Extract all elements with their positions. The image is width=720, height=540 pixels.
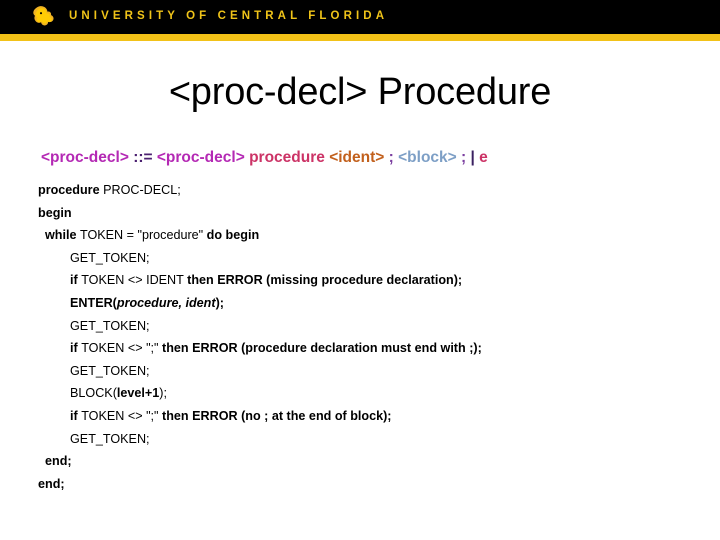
- brand-group: UNIVERSITY OF CENTRAL FLORIDA: [30, 0, 388, 34]
- ucf-pegasus-icon: [30, 5, 58, 29]
- code-run: end;: [38, 476, 65, 491]
- grammar-token-nonterminal-proc-decl: <proc-decl>: [41, 149, 129, 166]
- code-line: ENTER(procedure, ident);: [38, 292, 698, 315]
- code-run: procedure: [38, 183, 104, 197]
- code-line: if TOKEN <> ";" then ERROR (procedure de…: [38, 337, 698, 360]
- grammar-token-epsilon: e: [479, 149, 488, 166]
- grammar-token-defines-operator: ::=: [133, 149, 153, 166]
- code-run: do begin: [206, 228, 260, 243]
- code-line: if TOKEN <> IDENT then ERROR (missing pr…: [38, 269, 698, 292]
- code-run: ENTER(: [70, 295, 117, 310]
- code-run: while: [45, 228, 80, 243]
- code-run: level+1: [116, 386, 160, 401]
- code-run: GET_TOKEN;: [70, 363, 150, 378]
- grammar-token-terminal-keyword: procedure: [249, 149, 325, 166]
- code-line: GET_TOKEN;: [38, 428, 698, 451]
- code-line: begin: [38, 202, 698, 225]
- code-line: GET_TOKEN;: [38, 315, 698, 338]
- code-run: then ERROR (procedure declaration must e…: [162, 341, 482, 356]
- code-run: GET_TOKEN;: [70, 318, 150, 333]
- code-line: if TOKEN <> ";" then ERROR (no ; at the …: [38, 405, 698, 428]
- brand-wordmark: UNIVERSITY OF CENTRAL FLORIDA: [69, 10, 389, 23]
- code-run: GET_TOKEN;: [70, 250, 150, 265]
- code-run: then ERROR (missing procedure declaratio…: [187, 273, 463, 288]
- code-run: if: [70, 273, 82, 288]
- grammar-token-nonterminal-proc-decl: <proc-decl>: [156, 149, 245, 166]
- code-run: GET_TOKEN;: [70, 431, 150, 446]
- code-line: GET_TOKEN;: [38, 247, 698, 270]
- code-run: if: [70, 341, 82, 356]
- code-run: if: [70, 408, 82, 423]
- code-run: procedure, ident: [116, 295, 216, 310]
- code-run: PROC-DECL;: [103, 183, 181, 197]
- code-line: procedure PROC-DECL;: [38, 179, 698, 202]
- code-run: then ERROR (no ; at the end of block);: [162, 408, 392, 423]
- code-run: TOKEN <> IDENT: [81, 273, 188, 288]
- code-run: );: [215, 295, 224, 310]
- code-line: end;: [38, 473, 698, 496]
- code-run: end;: [45, 454, 72, 469]
- code-run: );: [159, 386, 167, 401]
- code-line: GET_TOKEN;: [38, 360, 698, 383]
- code-line: end;: [38, 450, 698, 473]
- code-line: BLOCK(level+1);: [38, 382, 698, 405]
- header-gold-rule: [0, 34, 720, 41]
- page-title: <proc-decl> Procedure: [168, 71, 552, 113]
- grammar-production-rule: <proc-decl> ::= <proc-decl> procedure <i…: [41, 149, 488, 168]
- grammar-token-nonterminal-ident: <ident>: [329, 149, 385, 166]
- code-run: TOKEN <> ";": [81, 341, 163, 356]
- code-run: BLOCK(: [70, 386, 117, 401]
- code-line: while TOKEN = "procedure" do begin: [38, 224, 698, 247]
- code-run: begin: [38, 205, 72, 220]
- code-run: TOKEN = "procedure": [80, 228, 207, 243]
- pseudocode-block: procedure PROC-DECL; begin while TOKEN = "…: [38, 179, 698, 495]
- grammar-token-nonterminal-block: <block>: [398, 149, 457, 166]
- code-run: TOKEN <> ";": [81, 408, 163, 423]
